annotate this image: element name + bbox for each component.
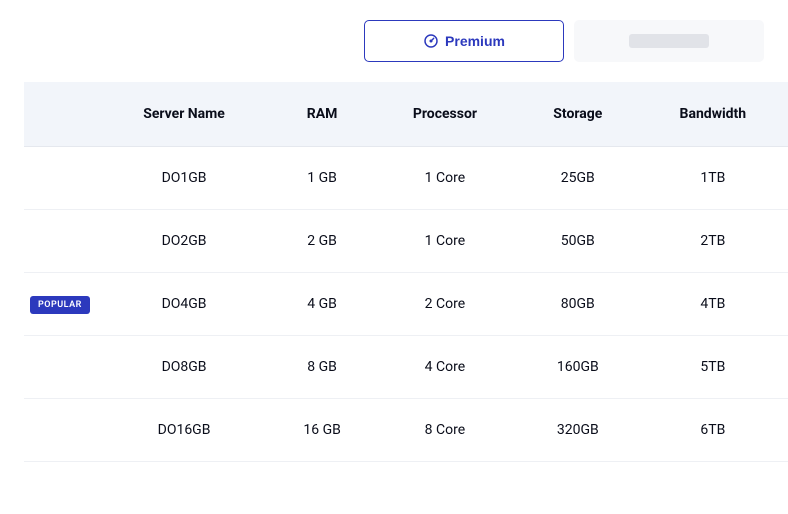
cell-bandwidth: 4TB (638, 273, 788, 336)
cell-server-name: DO4GB (96, 273, 272, 336)
cell-server-name: DO1GB (96, 147, 272, 210)
col-ram: RAM (272, 82, 372, 147)
table-row[interactable]: POPULAR DO4GB4 GB2 Core80GB4TB (24, 273, 788, 336)
col-storage: Storage (518, 82, 638, 147)
pricing-table-container: Server Name RAM Processor Storage Bandwi… (0, 82, 788, 462)
cell-ram: 1 GB (272, 147, 372, 210)
cell-bandwidth: 6TB (638, 399, 788, 462)
cell-ram: 8 GB (272, 336, 372, 399)
col-bandwidth: Bandwidth (638, 82, 788, 147)
cell-processor: 8 Core (372, 399, 518, 462)
table-row[interactable]: DO8GB8 GB4 Core160GB5TB (24, 336, 788, 399)
cell-ram: 4 GB (272, 273, 372, 336)
tab-premium-label: Premium (445, 33, 505, 49)
cell-badge (24, 147, 96, 210)
gauge-icon (423, 33, 439, 49)
table-header-row: Server Name RAM Processor Storage Bandwi… (24, 82, 788, 147)
cell-processor: 4 Core (372, 336, 518, 399)
cell-processor: 1 Core (372, 210, 518, 273)
table-row[interactable]: DO16GB16 GB8 Core320GB6TB (24, 399, 788, 462)
tab-secondary-placeholder (629, 34, 709, 48)
cell-server-name: DO16GB (96, 399, 272, 462)
cell-badge (24, 336, 96, 399)
col-server-name: Server Name (96, 82, 272, 147)
tab-secondary[interactable] (574, 20, 764, 62)
cell-storage: 80GB (518, 273, 638, 336)
cell-bandwidth: 5TB (638, 336, 788, 399)
tab-premium[interactable]: Premium (364, 20, 564, 62)
popular-badge: POPULAR (30, 296, 90, 314)
cell-ram: 2 GB (272, 210, 372, 273)
cell-processor: 2 Core (372, 273, 518, 336)
cell-badge: POPULAR (24, 273, 96, 336)
tabs-container: Premium (0, 0, 788, 82)
cell-storage: 25GB (518, 147, 638, 210)
cell-bandwidth: 1TB (638, 147, 788, 210)
cell-storage: 50GB (518, 210, 638, 273)
cell-badge (24, 210, 96, 273)
cell-storage: 320GB (518, 399, 638, 462)
col-badge (24, 82, 96, 147)
cell-badge (24, 399, 96, 462)
pricing-table: Server Name RAM Processor Storage Bandwi… (24, 82, 788, 462)
cell-processor: 1 Core (372, 147, 518, 210)
cell-storage: 160GB (518, 336, 638, 399)
col-processor: Processor (372, 82, 518, 147)
cell-server-name: DO2GB (96, 210, 272, 273)
table-row[interactable]: DO1GB1 GB1 Core25GB1TB (24, 147, 788, 210)
cell-ram: 16 GB (272, 399, 372, 462)
cell-server-name: DO8GB (96, 336, 272, 399)
table-row[interactable]: DO2GB2 GB1 Core50GB2TB (24, 210, 788, 273)
cell-bandwidth: 2TB (638, 210, 788, 273)
